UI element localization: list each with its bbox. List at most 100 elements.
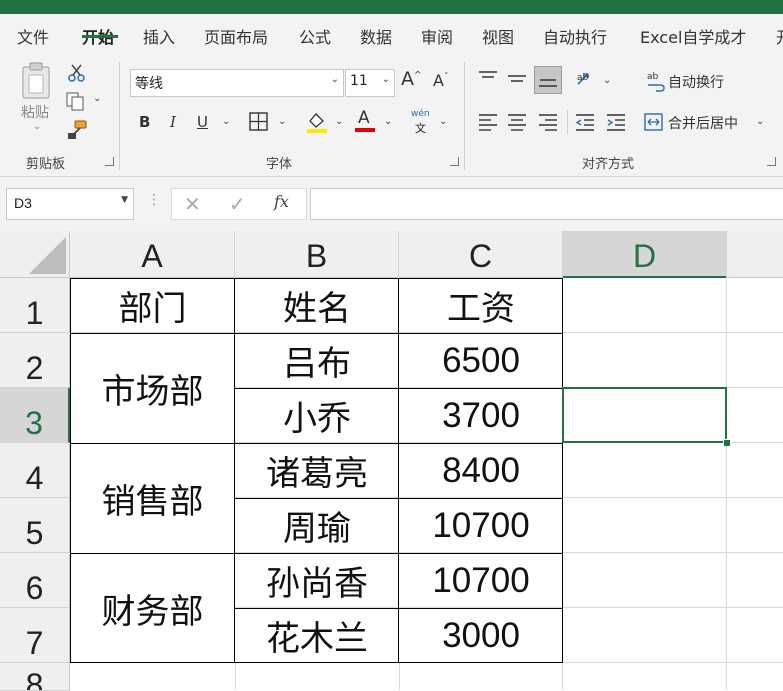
phonetic-guide-button[interactable]: wén 文 <box>411 109 437 135</box>
paste-button[interactable] <box>20 62 54 100</box>
increase-font-letter: A <box>401 68 414 90</box>
tab-file[interactable]: 文件 <box>17 24 49 48</box>
font-color-swatch <box>355 128 375 132</box>
tab-developer[interactable]: 开 <box>776 24 783 48</box>
cell-c5[interactable]: 10700 <box>399 498 563 553</box>
tab-view[interactable]: 视图 <box>482 24 514 48</box>
align-left-button[interactable] <box>478 113 498 131</box>
column-header-d[interactable]: D <box>563 231 727 278</box>
formula-bar-grip-icon: ⋮ <box>147 192 161 208</box>
tab-excel-self-study[interactable]: Excel自学成才 <box>640 24 746 48</box>
insert-function-button[interactable]: fx <box>274 192 289 211</box>
font-color-chevron-icon[interactable]: ⌄ <box>384 116 392 127</box>
row-header-1[interactable]: 1 <box>0 278 70 333</box>
chevron-down-icon: ⌄ <box>381 74 390 85</box>
formula-actions: ✕ ✓ fx <box>171 188 307 220</box>
align-bottom-icon <box>539 79 557 87</box>
row-header-4[interactable]: 4 <box>0 443 70 498</box>
cell-a6-merged[interactable]: 财务部 <box>70 553 235 663</box>
copy-button[interactable]: ⌄ <box>65 91 105 111</box>
row-header-6[interactable]: 6 <box>0 553 70 608</box>
align-center-button[interactable] <box>507 113 527 131</box>
formula-input[interactable] <box>310 188 783 220</box>
align-top-button[interactable] <box>478 70 498 88</box>
selected-cell-d3[interactable] <box>562 387 727 443</box>
svg-text:ab: ab <box>577 73 589 83</box>
underline-chevron-icon[interactable]: ⌄ <box>222 116 230 127</box>
row-header-7[interactable]: 7 <box>0 608 70 663</box>
column-header-b[interactable]: B <box>235 231 399 278</box>
cell-b1[interactable]: 姓名 <box>235 278 399 333</box>
underline-button[interactable]: U <box>197 113 208 131</box>
increase-font-size-button[interactable]: A^ <box>401 68 422 90</box>
cancel-icon[interactable]: ✕ <box>184 192 201 216</box>
cell-c6[interactable]: 10700 <box>399 553 563 608</box>
borders-chevron-icon[interactable]: ⌄ <box>278 116 286 127</box>
table-border <box>234 388 563 389</box>
cell-a2-merged[interactable]: 市场部 <box>70 333 235 443</box>
font-size-select[interactable]: 11 ⌄ <box>345 69 395 97</box>
name-box-dropdown-icon: ▼ <box>121 195 128 205</box>
select-all-button[interactable] <box>0 231 70 278</box>
cell-a4-merged[interactable]: 销售部 <box>70 443 235 553</box>
tab-formulas[interactable]: 公式 <box>299 24 331 48</box>
cell-a1[interactable]: 部门 <box>70 278 235 333</box>
merge-center-button[interactable]: 合并后居中 <box>668 113 738 133</box>
orientation-chevron-icon[interactable]: ⌄ <box>603 75 611 86</box>
cell-c3[interactable]: 3700 <box>399 388 563 443</box>
alignment-dialog-launcher-icon[interactable] <box>767 157 776 166</box>
merge-center-chevron-icon[interactable]: ⌄ <box>756 116 764 127</box>
cell-c4[interactable]: 8400 <box>399 443 563 498</box>
italic-button[interactable]: I <box>170 113 176 131</box>
cell-b6[interactable]: 孙尚香 <box>235 553 399 608</box>
row-header-2[interactable]: 2 <box>0 333 70 388</box>
cut-button[interactable] <box>67 63 87 83</box>
column-header-e[interactable] <box>727 231 783 278</box>
align-left-icon <box>479 114 497 131</box>
column-header-a[interactable]: A <box>70 231 235 278</box>
font-color-button[interactable]: A <box>354 108 378 134</box>
format-painter-button[interactable] <box>66 119 88 141</box>
tab-data[interactable]: 数据 <box>360 24 392 48</box>
font-dialog-launcher-icon[interactable] <box>450 157 459 166</box>
table-border <box>70 662 563 663</box>
borders-icon <box>249 112 268 131</box>
fill-color-button[interactable] <box>305 110 329 134</box>
align-right-button[interactable] <box>538 113 558 131</box>
fill-handle[interactable] <box>723 439 731 447</box>
row-header-8[interactable]: 8 <box>0 663 70 691</box>
cell-b2[interactable]: 吕布 <box>235 333 399 388</box>
cell-b5[interactable]: 周瑜 <box>235 498 399 553</box>
align-middle-button[interactable] <box>507 70 527 88</box>
cell-c1[interactable]: 工资 <box>399 278 563 333</box>
decrease-indent-button[interactable] <box>575 113 595 131</box>
column-header-c[interactable]: C <box>399 231 563 278</box>
cell-c2[interactable]: 6500 <box>399 333 563 388</box>
enter-icon[interactable]: ✓ <box>229 192 246 216</box>
phonetic-chevron-icon[interactable]: ⌄ <box>439 116 447 127</box>
row-header-5[interactable]: 5 <box>0 498 70 553</box>
decrease-font-size-button[interactable]: Aˇ <box>433 71 448 90</box>
cell-b7[interactable]: 花木兰 <box>235 608 399 663</box>
table-border <box>70 278 71 663</box>
svg-text:ab: ab <box>647 72 659 82</box>
cell-b4[interactable]: 诸葛亮 <box>235 443 399 498</box>
name-box[interactable]: D3 ▼ <box>6 188 134 220</box>
clipboard-dialog-launcher-icon[interactable] <box>105 157 114 166</box>
wrap-text-button[interactable]: 自动换行 <box>668 72 724 92</box>
orientation-button[interactable]: ab <box>575 68 599 90</box>
cell-b3[interactable]: 小乔 <box>235 388 399 443</box>
align-bottom-button[interactable] <box>534 66 562 94</box>
cell-c7[interactable]: 3000 <box>399 608 563 663</box>
borders-button[interactable] <box>249 112 269 132</box>
bold-button[interactable]: B <box>139 113 150 131</box>
tab-automate[interactable]: 自动执行 <box>543 24 607 48</box>
fill-color-chevron-icon[interactable]: ⌄ <box>335 116 343 127</box>
font-name-select[interactable]: 等线 ⌄ <box>130 69 344 97</box>
tab-review[interactable]: 审阅 <box>421 24 453 48</box>
tab-insert[interactable]: 插入 <box>143 24 175 48</box>
tab-page-layout[interactable]: 页面布局 <box>204 24 268 48</box>
row-header-3[interactable]: 3 <box>0 388 70 443</box>
increase-indent-button[interactable] <box>606 113 626 131</box>
paste-dropdown-chevron-icon[interactable]: ⌄ <box>33 121 41 132</box>
